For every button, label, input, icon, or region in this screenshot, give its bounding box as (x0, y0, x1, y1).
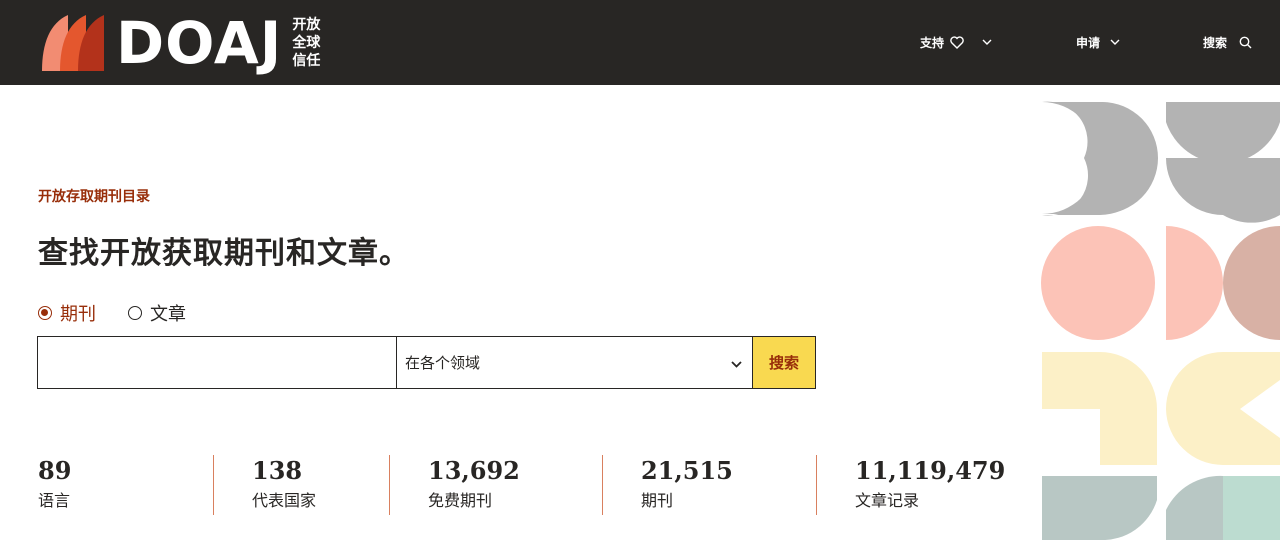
search-icon (1239, 36, 1252, 49)
radio-journals-label: 期刊 (60, 304, 96, 325)
field-select[interactable]: 在各个领域 (396, 336, 753, 389)
stat-item: 11,119,479 文章记录 (855, 455, 1006, 515)
nav-search-link[interactable]: 搜索 (1203, 0, 1252, 85)
stats-row: 89 语言 138 代表国家 13,692 免费期刊 21,515 期刊 11,… (38, 455, 1006, 515)
decorative-pattern (1041, 101, 1280, 540)
chevron-down-icon (731, 354, 742, 372)
stat-label: 免费期刊 (428, 491, 493, 510)
stat-item: 21,515 期刊 (641, 455, 816, 515)
field-select-value: 在各个领域 (405, 354, 481, 372)
nav-support-label: 支持 (920, 36, 945, 50)
tagline-line: 信任 (292, 53, 321, 69)
stat-value: 138 (252, 456, 303, 485)
page-title: 查找开放获取期刊和文章。 (38, 236, 410, 271)
stat-value: 21,515 (641, 456, 733, 485)
radio-button-unchecked[interactable] (128, 306, 142, 320)
stat-divider (389, 455, 390, 515)
heart-icon (950, 36, 964, 49)
logo-mark-icon (42, 15, 104, 71)
radio-journals[interactable]: 期刊 (38, 300, 96, 326)
stat-label: 代表国家 (252, 491, 317, 510)
nav-apply-label: 申请 (1076, 36, 1101, 50)
radio-button-checked[interactable] (38, 306, 52, 320)
doaj-logo[interactable]: DOAJ 开放 全球 信任 (38, 12, 320, 74)
search-bar: 在各个领域 搜索 (37, 336, 816, 389)
stat-divider (602, 455, 603, 515)
stat-value: 11,119,479 (855, 456, 1006, 485)
nav-support-menu[interactable]: 支持 (920, 0, 992, 85)
stat-item: 89 语言 (38, 455, 213, 515)
tagline-line: 开放 (292, 17, 321, 33)
stat-divider (213, 455, 214, 515)
chevron-down-icon (1110, 39, 1120, 46)
stat-item: 138 代表国家 (252, 455, 389, 515)
search-type-radio-group: 期刊 文章 (38, 300, 218, 326)
stat-value: 89 (38, 456, 72, 485)
search-button[interactable]: 搜索 (753, 336, 816, 389)
nav-search-label: 搜索 (1203, 36, 1228, 50)
logo-wordmark: DOAJ (116, 9, 283, 77)
tagline-line: 全球 (292, 35, 321, 51)
stat-divider (816, 455, 817, 515)
stat-label: 语言 (38, 491, 71, 510)
stat-label: 期刊 (641, 491, 674, 510)
stat-value: 13,692 (428, 456, 520, 485)
stat-label: 文章记录 (855, 491, 920, 510)
radio-articles[interactable]: 文章 (128, 300, 186, 326)
search-input[interactable] (37, 336, 396, 389)
site-header: DOAJ 开放 全球 信任 支持 申请 搜索 (0, 0, 1280, 85)
radio-articles-label: 文章 (150, 304, 186, 325)
stat-item: 13,692 免费期刊 (428, 455, 602, 515)
section-eyebrow: 开放存取期刊目录 (38, 189, 150, 205)
logo-tagline: 开放 全球 信任 (292, 16, 320, 70)
nav-apply-menu[interactable]: 申请 (1076, 0, 1120, 85)
chevron-down-icon (982, 39, 992, 46)
